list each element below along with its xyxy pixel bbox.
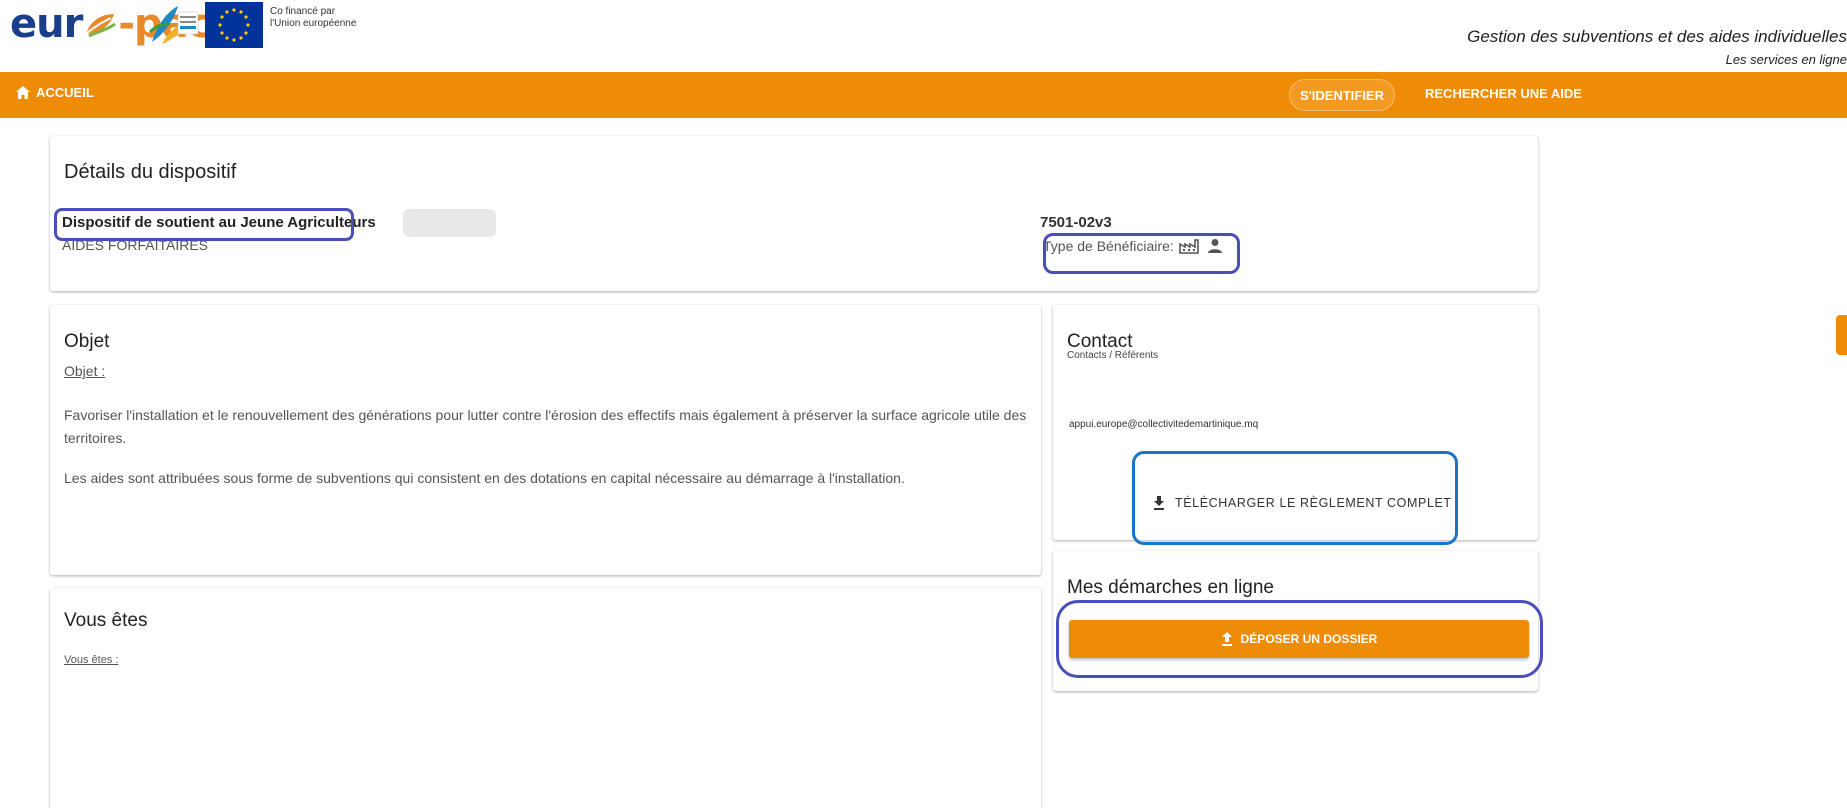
app-subtitle: Les services en ligne [1725,52,1847,67]
nav-home-label: ACCUEIL [36,85,94,100]
annotation-highlight-scheme [54,208,354,241]
objet-subtitle: Objet : [64,363,106,379]
vous-etes-subtitle: Vous êtes : [64,654,119,666]
scheme-code: 7501-02v3 [1040,214,1112,231]
redacted-field [403,209,496,237]
details-title: Détails du dispositif [64,161,237,183]
contact-email[interactable]: appui.europe@collectivitedemartinique.mq [1069,419,1258,430]
objet-title: Objet [64,331,110,352]
collectivite-martinique-logo [148,6,199,44]
nav-search-aid-link[interactable]: RECHERCHER UNE AIDE [1425,86,1582,101]
vous-etes-card: Vous êtes Vous êtes : [50,588,1041,808]
objet-paragraph-1: Favoriser l'installation et le renouvell… [64,407,1027,446]
contact-subtitle: Contacts / Référents [1067,350,1159,361]
site-header: eur -pac Co financé par l'Union européen… [0,0,1847,72]
objet-paragraph-2: Les aides sont attribuées sous forme de … [64,470,905,486]
main-navbar: ACCUEIL S'IDENTIFIER RECHERCHER UNE AIDE [0,72,1847,118]
login-button[interactable]: S'IDENTIFIER [1289,79,1395,111]
annotation-highlight-beneficiary [1043,233,1240,274]
objet-card: Objet Objet : Favoriser l'installation e… [50,305,1041,575]
side-help-tab[interactable] [1836,315,1847,355]
eu-caption-line1: Co financé par [270,6,336,17]
annotation-highlight-submit [1056,600,1543,678]
online-procedures-title: Mes démarches en ligne [1067,577,1274,598]
eu-flag-icon [205,2,263,48]
home-icon [16,86,30,99]
nav-home-link[interactable]: ACCUEIL [16,85,94,100]
eu-caption-line2: l'Union européenne [270,18,357,29]
annotation-highlight-download [1132,451,1458,545]
logo-text-eur: eur [10,1,83,47]
vous-etes-title: Vous êtes [64,610,148,631]
eu-cofinancing-caption: Co financé par l'Union européenne [270,6,356,30]
leaf-icon [85,14,117,38]
app-title: Gestion des subventions et des aides ind… [1467,27,1847,46]
